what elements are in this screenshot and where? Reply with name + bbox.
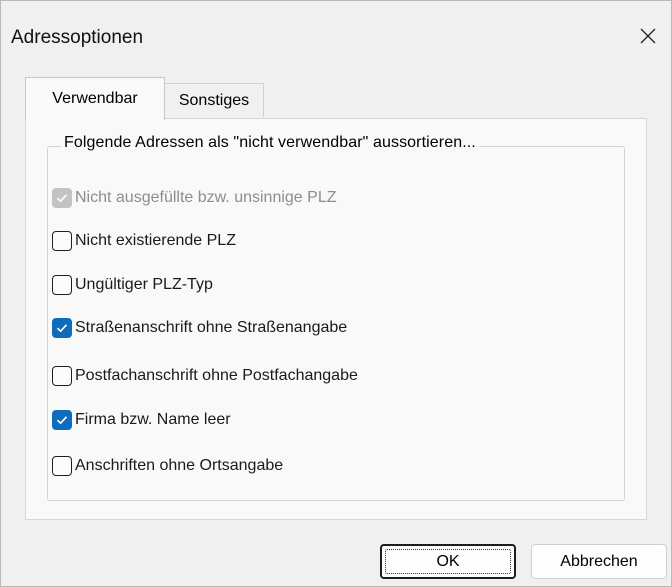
checkmark-icon — [56, 194, 68, 203]
option-postfachanschrift[interactable]: Postfachanschrift ohne Postfachangabe — [52, 364, 358, 388]
option-nicht-existierende-plz[interactable]: Nicht existierende PLZ — [52, 229, 236, 253]
option-label: Anschriften ohne Ortsangabe — [75, 457, 284, 474]
group-title: Folgende Adressen als "nicht verwendbar"… — [61, 134, 479, 152]
option-nicht-ausgefuellte-plz[interactable]: Nicht ausgefüllte bzw. unsinnige PLZ — [52, 186, 336, 210]
focus-rectangle — [385, 549, 511, 574]
option-label: Ungültiger PLZ-Typ — [75, 276, 213, 293]
tab-strip: Verwendbar Sonstiges — [25, 77, 645, 120]
option-label: Firma bzw. Name leer — [75, 411, 231, 428]
close-button[interactable] — [625, 11, 671, 61]
window-title: Adressoptionen — [11, 27, 144, 48]
option-label: Straßenanschrift ohne Straßenangabe — [75, 319, 348, 336]
title-bar: Adressoptionen — [1, 1, 671, 79]
option-ungueltiger-plz-typ[interactable]: Ungültiger PLZ-Typ — [52, 273, 213, 297]
checkbox[interactable] — [52, 188, 72, 208]
option-strassenanschrift[interactable]: Straßenanschrift ohne Straßenangabe — [52, 316, 347, 340]
option-anschriften-ohne-ort[interactable]: Anschriften ohne Ortsangabe — [52, 454, 283, 478]
option-label: Postfachanschrift ohne Postfachangabe — [75, 367, 358, 384]
ok-button[interactable]: OK — [380, 544, 516, 579]
dialog-window: Adressoptionen Verwendbar Sonstiges Folg… — [0, 0, 672, 587]
option-label: Nicht ausgefüllte bzw. unsinnige PLZ — [75, 189, 337, 206]
checkmark-icon — [56, 324, 68, 333]
checkmark-icon — [56, 416, 68, 425]
checkbox[interactable] — [52, 318, 72, 338]
checkbox[interactable] — [52, 410, 72, 430]
option-label: Nicht existierende PLZ — [75, 232, 236, 249]
cancel-button[interactable]: Abbrechen — [531, 544, 667, 579]
checkbox[interactable] — [52, 275, 72, 295]
cancel-button-label: Abbrechen — [560, 552, 638, 570]
tab-sonstiges[interactable]: Sonstiges — [164, 83, 264, 117]
option-firma-name-leer[interactable]: Firma bzw. Name leer — [52, 408, 231, 432]
checkbox[interactable] — [52, 366, 72, 386]
checkbox[interactable] — [52, 456, 72, 476]
checkbox[interactable] — [52, 231, 72, 251]
tab-verwendbar[interactable]: Verwendbar — [25, 77, 165, 120]
close-icon — [640, 28, 656, 44]
